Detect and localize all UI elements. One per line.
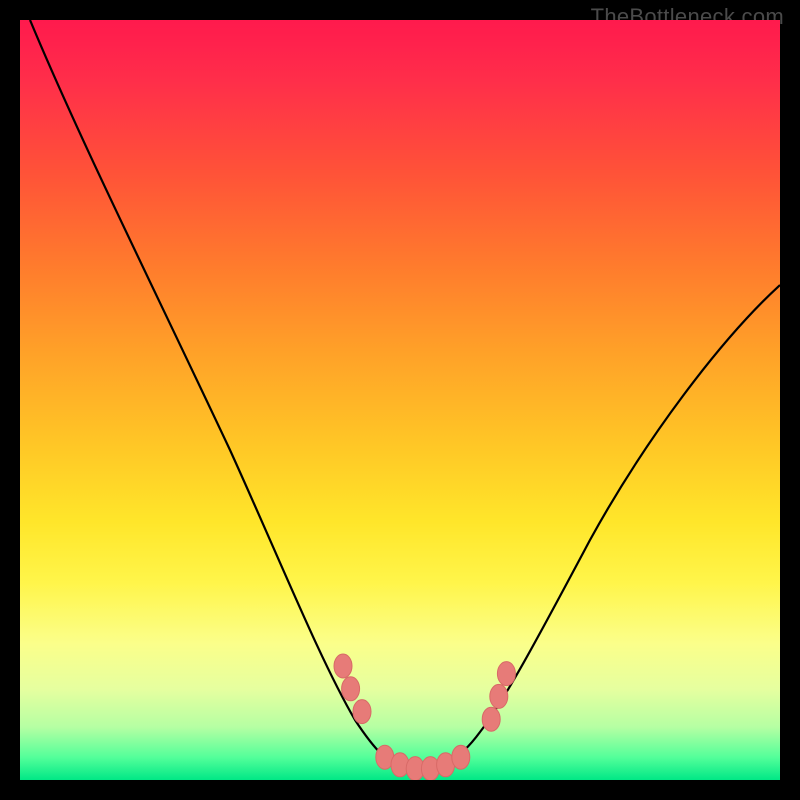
curve-marker bbox=[497, 662, 515, 686]
curve-marker bbox=[334, 654, 352, 678]
curve-marker bbox=[342, 677, 360, 701]
bottleneck-curve-path bbox=[30, 20, 780, 770]
plot-area bbox=[20, 20, 780, 780]
curve-marker bbox=[452, 745, 470, 769]
curve-marker bbox=[353, 700, 371, 724]
outer-black-frame: TheBottleneck.com bbox=[0, 0, 800, 800]
bottleneck-curve-svg bbox=[20, 20, 780, 780]
marker-group bbox=[334, 654, 515, 780]
curve-marker bbox=[490, 684, 508, 708]
curve-marker bbox=[482, 707, 500, 731]
